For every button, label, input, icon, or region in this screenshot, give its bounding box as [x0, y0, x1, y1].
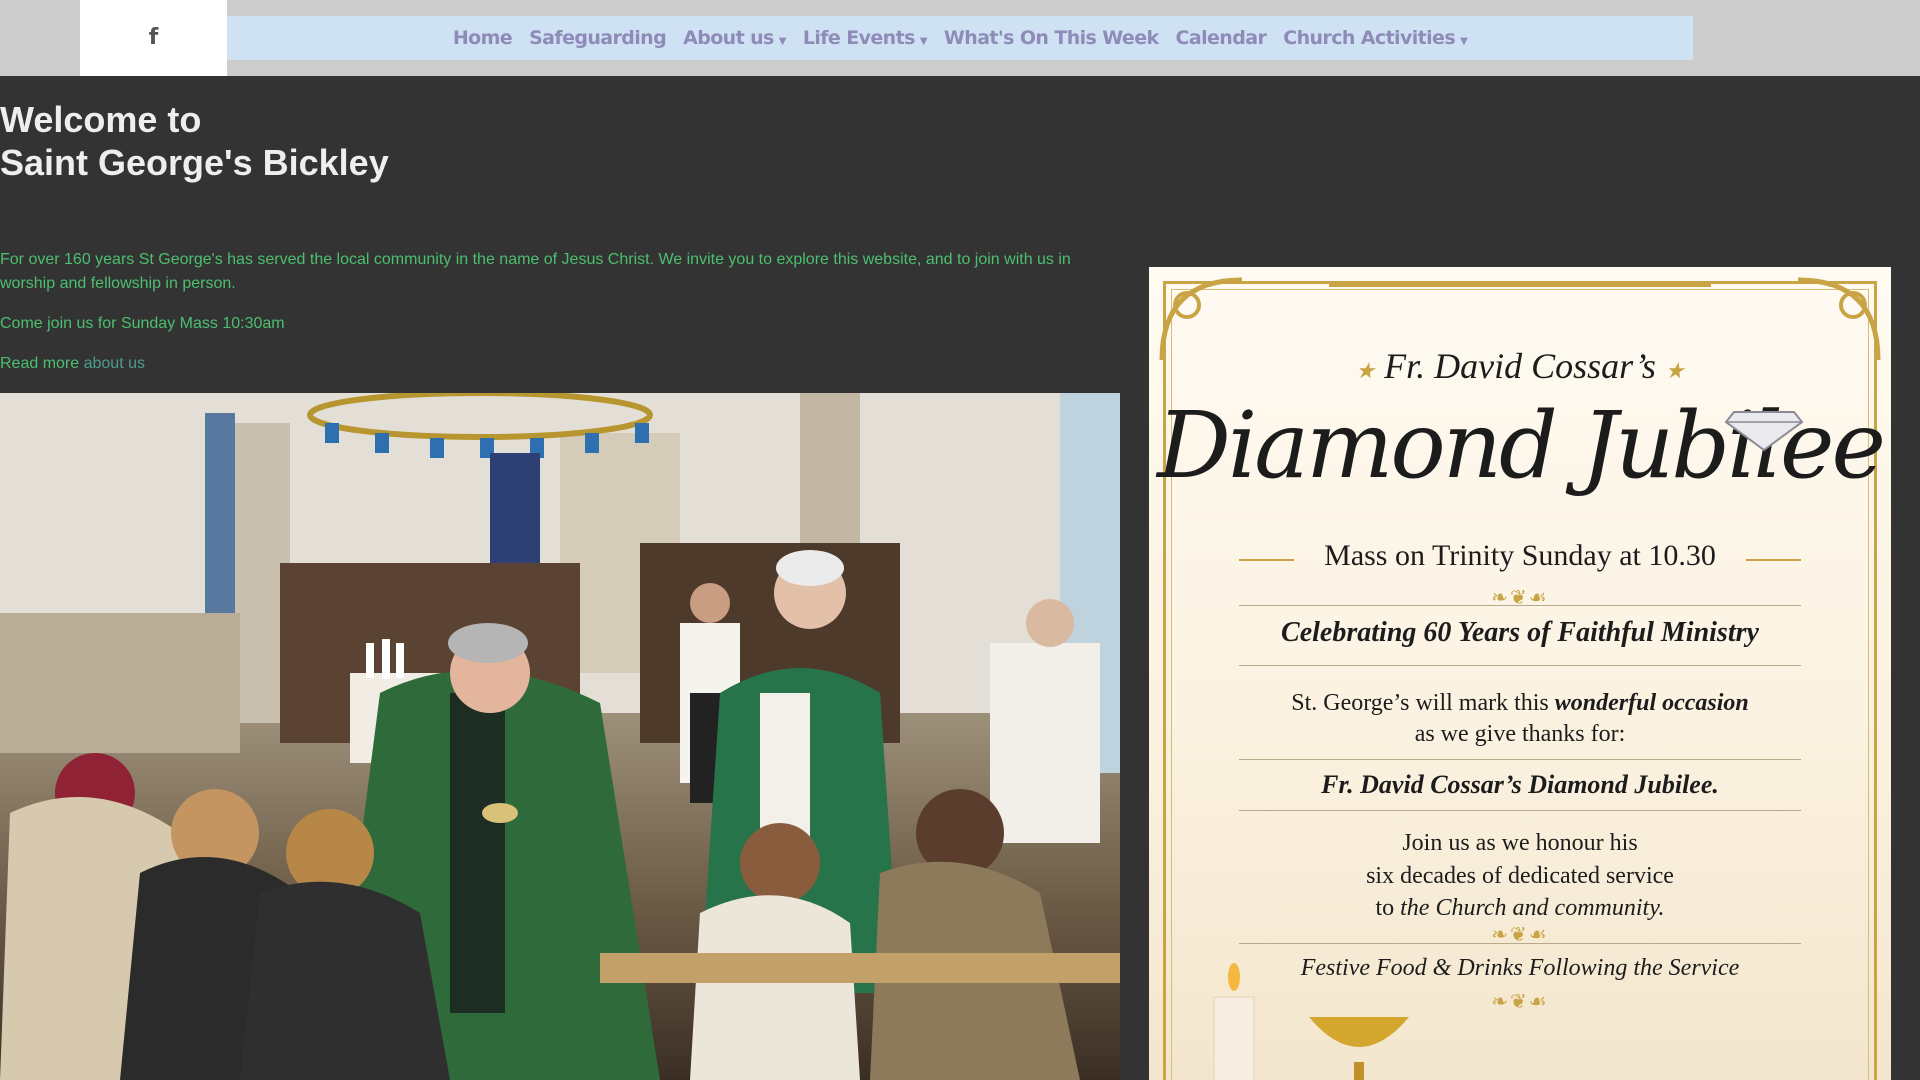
poster-name: ★ Fr. David Cossar’s ★ — [1149, 345, 1891, 387]
caret-down-icon: ▼ — [919, 35, 928, 47]
read-more: Read more about us — [0, 352, 1110, 376]
poster-name-text: Fr. David Cossar’s — [1384, 346, 1656, 386]
caret-down-icon: ▼ — [1460, 35, 1468, 47]
occasion-prefix: St. George’s will mark this — [1291, 690, 1555, 716]
social-links: f — [80, 0, 227, 76]
poster-mass: Mass on Trinity Sunday at 10.30 — [1324, 539, 1716, 572]
nav-label: Life Events — [802, 27, 916, 49]
poster-occasion-line2: as we give thanks for: — [1414, 721, 1626, 747]
poster-occasion-line1: St. George’s will mark this wonderful oc… — [1149, 690, 1891, 717]
poster-join-line1: Join us as we honour his — [1402, 830, 1638, 856]
intro-text: For over 160 years St George's has serve… — [0, 248, 1110, 392]
diamond-icon — [1724, 411, 1804, 452]
title-line-1: Welcome to — [0, 99, 202, 140]
nav-item-whats-on[interactable]: What's On This Week — [944, 27, 1159, 49]
nav-item-safeguarding[interactable]: Safeguarding — [529, 27, 667, 49]
occasion-emphasis: wonderful occasion — [1554, 690, 1749, 716]
join3-prefix: to — [1375, 895, 1401, 921]
nav-label: Safeguarding — [529, 27, 667, 49]
nav-item-home[interactable]: Home — [452, 27, 513, 49]
nav-item-life-events[interactable]: Life Events ▼ — [802, 27, 928, 49]
jubilee-poster: ★ Fr. David Cossar’s ★ Diamond Jubilee M… — [1149, 267, 1891, 1080]
nav-label: Calendar — [1175, 27, 1267, 49]
facebook-icon[interactable]: f — [149, 27, 159, 49]
nav-label: Home — [452, 27, 513, 49]
poster-rule — [1239, 605, 1801, 606]
poster-join-line3: to the Church and community. — [1149, 895, 1891, 922]
star-icon: ★ — [1355, 358, 1376, 383]
page-title: Welcome to Saint George's Bickley — [0, 98, 389, 184]
nav-item-about-us[interactable]: About us ▼ — [683, 27, 786, 49]
star-icon: ★ — [1664, 358, 1685, 383]
poster-top-rule — [1329, 284, 1711, 287]
nav-label: Church Activities — [1283, 27, 1456, 49]
top-bar: f Home Safeguarding About us ▼ Life Event… — [0, 0, 1920, 76]
mass-times: Come join us for Sunday Mass 10:30am — [0, 315, 285, 332]
intro-paragraph: For over 160 years St George's has serve… — [0, 251, 1071, 292]
caret-down-icon: ▼ — [778, 35, 787, 47]
title-line-2: Saint George's Bickley — [0, 142, 389, 183]
nav-label: About us — [683, 27, 774, 49]
about-us-link[interactable]: about us — [84, 355, 145, 372]
church-photo — [0, 393, 1120, 1080]
ornament-divider: ❧❦☙ — [1491, 587, 1549, 609]
poster-rule — [1239, 810, 1801, 811]
nav-item-church-activities[interactable]: Church Activities ▼ — [1283, 27, 1468, 49]
join3-emphasis: the Church and community. — [1400, 895, 1665, 921]
poster-rule — [1239, 759, 1801, 760]
poster-jubilee: Fr. David Cossar’s Diamond Jubilee. — [1321, 770, 1719, 799]
church-photo-illustration — [0, 393, 1120, 1080]
candle-chalice-illustration — [1213, 963, 1409, 1080]
poster-rule — [1239, 665, 1801, 666]
poster-celebrate: Celebrating 60 Years of Faithful Ministr… — [1281, 617, 1759, 648]
poster-rule — [1239, 943, 1801, 944]
nav-label: What's On This Week — [943, 27, 1159, 49]
main-nav: Home Safeguarding About us ▼ Life Events ▼… — [227, 16, 1693, 60]
poster-join-line2: six decades of dedicated service — [1366, 863, 1674, 889]
read-more-prefix: Read more — [0, 355, 84, 372]
nav-item-calendar[interactable]: Calendar — [1176, 27, 1267, 49]
